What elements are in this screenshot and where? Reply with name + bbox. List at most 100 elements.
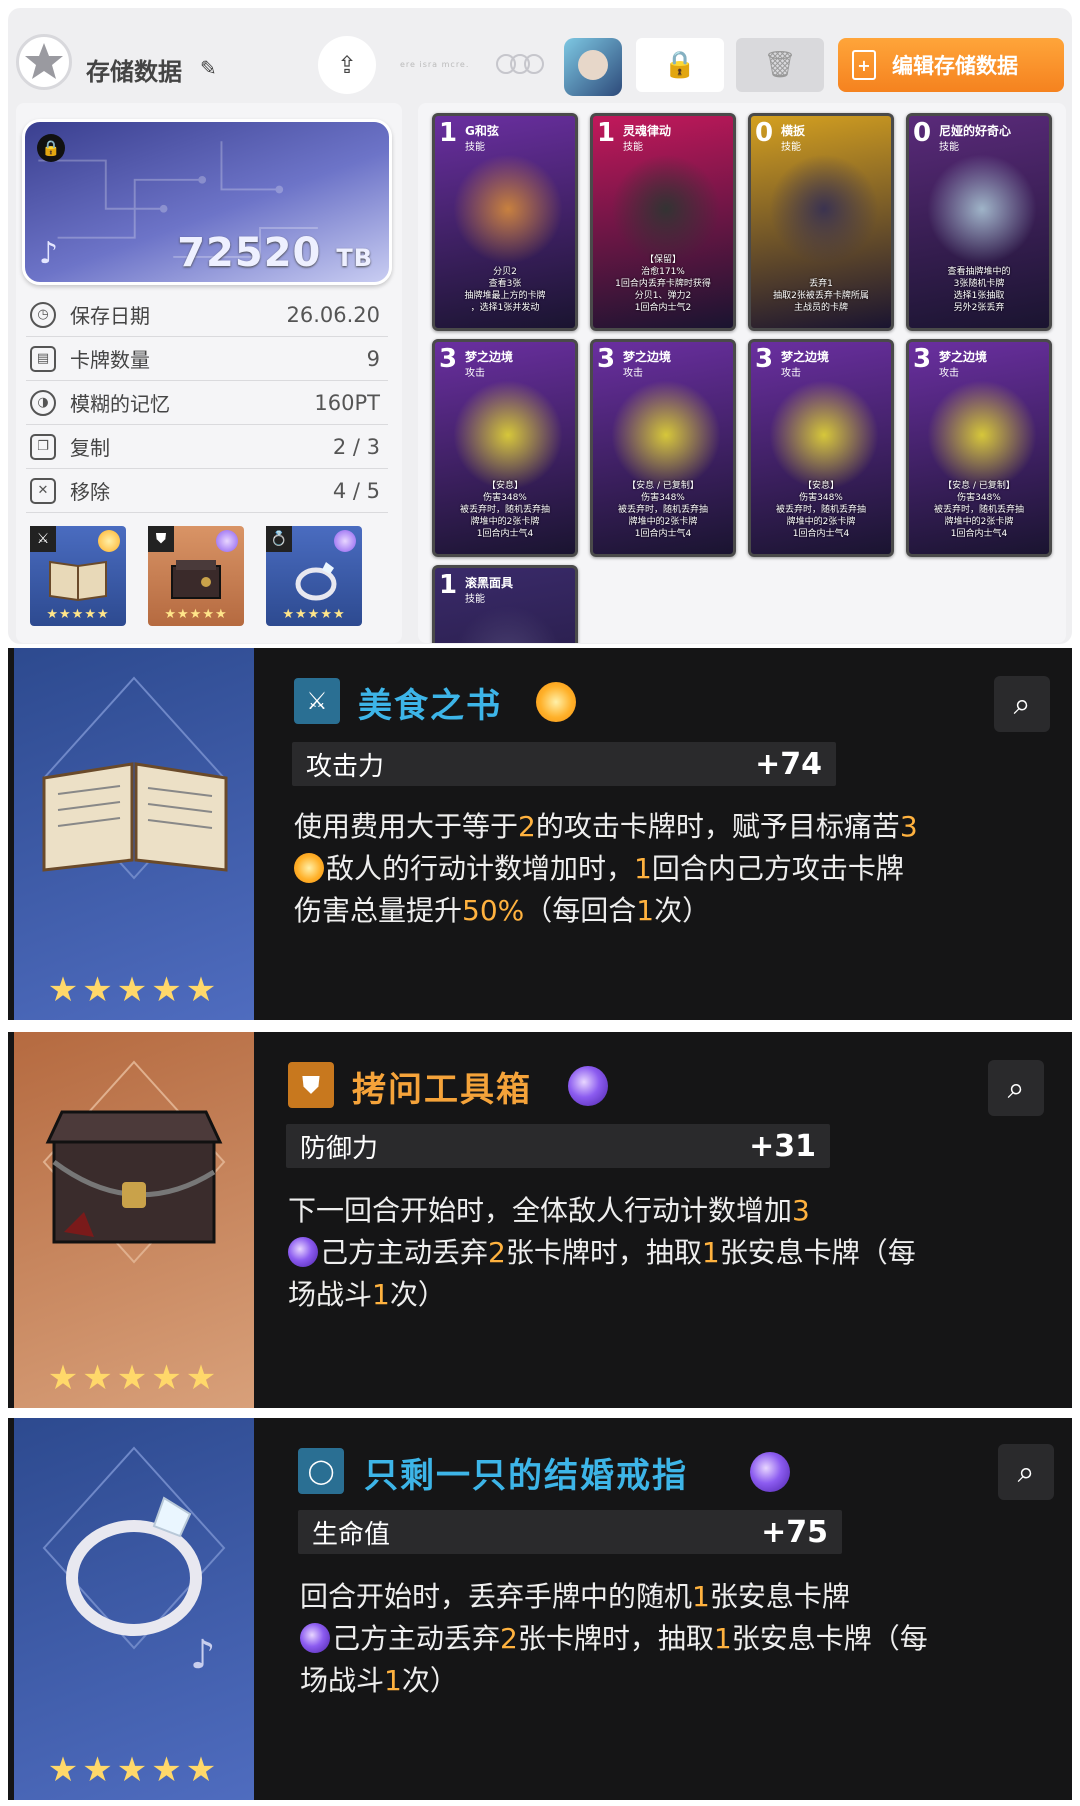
star-rating: ★★★★★ [47, 1750, 221, 1790]
ring-icon: ◯ [298, 1448, 344, 1494]
card-type: 技能 [623, 142, 643, 153]
star-emblem-icon [16, 34, 72, 90]
desc-line: 下一回合开始时，全体敌人行动计数增加3 [288, 1194, 810, 1227]
sun-rarity-icon [536, 682, 576, 722]
stat-value: +75 [761, 1514, 828, 1550]
info-row-remove: ✕ 移除 4 / 5 [26, 469, 388, 513]
card-desc: 丢弃1 抽取2张被丢弃卡牌所属 主战员的卡牌 [773, 279, 869, 313]
copy-icon: ❐ [30, 433, 56, 460]
desc-line: 敌人的行动计数增加时，1回合内己方攻击卡牌 [294, 848, 1072, 890]
info-value: 160PT [314, 390, 380, 415]
deck-card[interactable]: 1 G和弦 技能 分贝2 查看3张 抽牌堆最上方的卡牌 ，选择1张并发动 [432, 113, 578, 331]
deck-card[interactable]: 3 梦之边境 攻击 【安息】 伤害348% 被丢弃时，随机丢弃抽 牌堆中的2张卡牌 1… [432, 339, 578, 557]
desc-line: 使用费用大于等于2的攻击卡牌时，赋予目标痛苦3 [294, 810, 918, 843]
card-art [453, 380, 563, 490]
card-cost: 3 [439, 344, 458, 374]
equip-slot-book[interactable]: ⚔ ★★★★★ [30, 526, 126, 626]
deck-card[interactable]: 3 梦之边境 攻击 【安息 / 已复制】 伤害348% 被丢弃时，随机丢弃抽 牌堆中的… [590, 339, 736, 557]
search-button[interactable]: ⌕ [998, 1444, 1054, 1500]
card-name: 滚黑面具 [465, 576, 514, 590]
equip-slot-ring[interactable]: 💍 ★★★★★ [266, 526, 362, 626]
desc-line: 场战斗1次） [288, 1278, 446, 1311]
star-rating: ★★★★★ [282, 607, 346, 622]
item-description: 下一回合开始时，全体敌人行动计数增加3 己方主动丢弃2张卡牌时，抽取1张安息卡牌… [288, 1190, 1068, 1316]
item-description: 使用费用大于等于2的攻击卡牌时，赋予目标痛苦3 敌人的行动计数增加时，1回合内己… [294, 806, 1072, 932]
edit-storage-label: 编辑存储数据 [892, 54, 1018, 78]
item-description: 回合开始时，丢弃手牌中的随机1张安息卡牌 己方主动丢弃2张卡牌时，抽取1张安息卡… [300, 1576, 1070, 1702]
card-type: 攻击 [939, 368, 959, 379]
card-cost: 1 [597, 118, 616, 148]
sword-icon: ⚔ [294, 678, 340, 724]
card-deck: 1 G和弦 技能 分贝2 查看3张 抽牌堆最上方的卡牌 ，选择1张并发动 1 灵魂律动 技能… [418, 103, 1066, 643]
info-label: 保存日期 [70, 304, 150, 328]
card-cost: 1 [439, 118, 458, 148]
deck-card[interactable]: 1 滚黑面具技能 [432, 565, 578, 643]
storage-capacity: 72520 TB [177, 230, 373, 276]
card-desc: 【安息 / 已复制】 伤害348% 被丢弃时，随机丢弃抽 牌堆中的2张卡牌 1回… [933, 481, 1024, 539]
desc-line: 场战斗1次） [300, 1664, 458, 1697]
stat-bar: 攻击力 +74 [292, 742, 836, 786]
page-title: 存储数据 [86, 58, 182, 86]
storage-capacity-card: 🔒 ♪ 72520 TB [22, 119, 392, 285]
deck-card[interactable]: 1 灵魂律动 技能 【保留】 治愈171% 1回合内丢弃卡牌时获得 分贝1、弹力2 1… [590, 113, 736, 331]
ring-icon: 💍 [266, 526, 292, 552]
deck-card[interactable]: 3 梦之边境 攻击 【安息 / 已复制】 伤害348% 被丢弃时，随机丢弃抽 牌堆中的… [906, 339, 1052, 557]
search-button[interactable]: ⌕ [994, 676, 1050, 732]
card-desc: 【安息 / 已复制】 伤害348% 被丢弃时，随机丢弃抽 牌堆中的2张卡牌 1回… [617, 481, 708, 539]
star-rating: ★★★★★ [164, 607, 228, 622]
card-plus-icon: + [852, 50, 876, 80]
faint-label: ere isra mcre. [400, 60, 470, 69]
lock-button[interactable]: 🔒 [636, 38, 724, 92]
desc-line: 伤害总量提升50%（每回合1次） [294, 894, 711, 927]
card-type: 攻击 [465, 368, 485, 379]
card-name: 梦之边境 [465, 350, 514, 364]
equip-slot-toolbox[interactable]: ⛊ ★★★★★ [148, 526, 244, 626]
detail-panel-toolbox: ★★★★★ ⛊ 拷问工具箱 ⌕ 防御力 +31 下一回合开始时，全体敌人行动计数… [8, 1032, 1072, 1408]
edit-name-icon[interactable]: ✎ [200, 56, 217, 80]
card-name: 梦之边境 [781, 350, 830, 364]
clock-icon: ◷ [30, 301, 56, 328]
storage-screen: 存储数据 ✎ ⇪ ere isra mcre. 🔒 🗑 + 编辑存储数据 🔒 ♪… [8, 8, 1072, 644]
item-image-box: ★★★★★ [14, 1032, 254, 1408]
stat-value: +31 [749, 1128, 816, 1164]
card-name: 梦之边境 [623, 350, 672, 364]
detail-panel-ring: ♪ ★★★★★ ◯ 只剩一只的结婚戒指 ⌕ 生命值 +75 回合开始时，丢弃手牌… [8, 1418, 1072, 1800]
stat-bar: 防御力 +31 [286, 1124, 830, 1168]
item-name: 只剩一只的结婚戒指 [364, 1456, 688, 1496]
card-desc: 【保留】 治愈171% 1回合内丢弃卡牌时获得 分贝1、弹力2 1回合内士气2 [615, 255, 711, 313]
item-image-box: ♪ ★★★★★ [14, 1418, 254, 1800]
card-desc: 分贝2 查看3张 抽牌堆最上方的卡牌 ，选择1张并发动 [464, 267, 546, 313]
edit-storage-button[interactable]: + 编辑存储数据 [838, 38, 1064, 92]
moon-rarity-icon [568, 1066, 608, 1106]
info-row-card-count: ▤ 卡牌数量 9 [26, 337, 388, 381]
armor-icon: ⛊ [288, 1062, 334, 1108]
card-desc: 【安息】 伤害348% 被丢弃时，随机丢弃抽 牌堆中的2张卡牌 1回合内士气4 [775, 481, 866, 539]
deck-card[interactable]: 0 尼娅的好奇心 技能 查看抽牌堆中的 3张随机卡牌 选择1张抽取 另外2张丢弃 [906, 113, 1052, 331]
toolbox-illustration [42, 1060, 226, 1264]
card-type: 技能 [465, 594, 485, 605]
info-label: 卡牌数量 [70, 348, 150, 372]
card-cost: 1 [439, 570, 458, 600]
desc-line: 己方主动丢弃2张卡牌时，抽取1张安息卡牌（每 [288, 1232, 1068, 1274]
book-icon [49, 560, 107, 602]
book-illustration [42, 676, 228, 880]
lock-icon: 🔒 [37, 134, 65, 162]
sword-icon: ⚔ [30, 526, 56, 552]
note-emblem-icon: ♪ [39, 236, 59, 271]
toolbox-icon [171, 560, 221, 599]
item-name: 拷问工具箱 [352, 1070, 532, 1110]
card-name: 梦之边境 [939, 350, 988, 364]
desc-line: 己方主动丢弃2张卡牌时，抽取1张安息卡牌（每 [300, 1618, 1070, 1660]
deck-card[interactable]: 0 横扳 技能 丢弃1 抽取2张被丢弃卡牌所属 主战员的卡牌 [748, 113, 894, 331]
delete-button[interactable]: 🗑 [736, 38, 824, 92]
stat-label: 攻击力 [306, 751, 385, 782]
character-avatar[interactable] [564, 38, 622, 96]
tb-unit: TB [336, 244, 373, 272]
moon-rarity-icon [334, 530, 356, 552]
detail-panel-book: ★★★★★ ⚔ 美食之书 ⌕ 攻击力 +74 使用费用大于等于2的攻击卡牌时，赋… [8, 648, 1072, 1020]
card-cost: 3 [597, 344, 616, 374]
search-button[interactable]: ⌕ [988, 1060, 1044, 1116]
info-label: 复制 [70, 436, 110, 460]
share-button[interactable]: ⇪ [318, 36, 376, 94]
deck-card[interactable]: 3 梦之边境 攻击 【安息】 伤害348% 被丢弃时，随机丢弃抽 牌堆中的2张卡牌 1… [748, 339, 894, 557]
